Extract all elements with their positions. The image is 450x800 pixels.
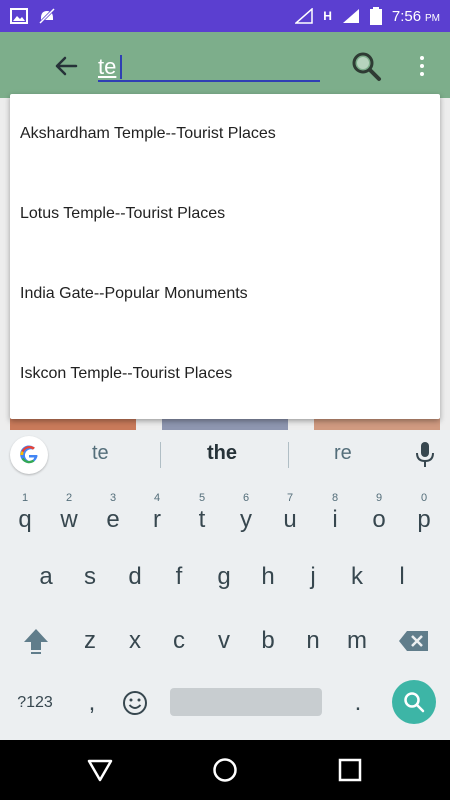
key-x[interactable]: x [113, 614, 157, 668]
google-icon[interactable] [10, 436, 48, 474]
suggestion-item[interactable]: Lotus Temple--Tourist Places [10, 174, 440, 254]
period-key[interactable]: . [336, 676, 380, 730]
shift-icon [24, 629, 48, 654]
key-l[interactable]: l [380, 550, 424, 604]
microphone-icon[interactable] [414, 440, 436, 470]
key-a[interactable]: a [24, 550, 68, 604]
symbols-key[interactable]: ?123 [13, 676, 57, 730]
key-j[interactable]: j [291, 550, 335, 604]
key-o[interactable]: 9o [357, 488, 401, 542]
word-suggestion[interactable]: te [92, 442, 109, 465]
back-triangle-icon[interactable] [86, 756, 114, 784]
search-icon [404, 692, 425, 713]
keyboard: te the re 1q 2w 3e 4r 5t 6y 7u 8i 9o 0p … [0, 430, 450, 740]
network-type: H [323, 9, 332, 23]
word-suggestion[interactable]: the [207, 442, 237, 465]
key-b[interactable]: b [246, 614, 290, 668]
suggestion-item[interactable]: India Gate--Popular Monuments [10, 254, 440, 334]
search-input[interactable]: te [98, 52, 320, 82]
thumbnail-strip-1 [10, 418, 136, 430]
key-z[interactable]: z [68, 614, 112, 668]
image-icon [10, 8, 28, 24]
key-v[interactable]: v [202, 614, 246, 668]
signal-icon [342, 9, 359, 23]
search-input-value: te [98, 54, 117, 79]
key-n[interactable]: n [291, 614, 335, 668]
key-e[interactable]: 3e [91, 488, 135, 542]
search-key[interactable] [392, 680, 436, 724]
spacebar[interactable] [170, 688, 322, 716]
battery-icon [369, 7, 382, 25]
suggestion-divider [160, 442, 161, 468]
status-time: 7:56 PM [391, 7, 440, 25]
key-y[interactable]: 6y [224, 488, 268, 542]
key-q[interactable]: 1q [3, 488, 47, 542]
key-m[interactable]: m [335, 614, 379, 668]
more-vert-icon[interactable] [412, 50, 432, 82]
key-h[interactable]: h [246, 550, 290, 604]
comma-key[interactable]: , [70, 676, 114, 730]
text-cursor [120, 55, 122, 79]
signal-empty-icon [295, 8, 313, 24]
key-s[interactable]: s [68, 550, 112, 604]
recents-square-icon[interactable] [336, 756, 364, 784]
key-r[interactable]: 4r [135, 488, 179, 542]
key-k[interactable]: k [335, 550, 379, 604]
key-u[interactable]: 7u [268, 488, 312, 542]
key-g[interactable]: g [202, 550, 246, 604]
key-c[interactable]: c [157, 614, 201, 668]
key-i[interactable]: 8i [313, 488, 357, 542]
suggestion-divider [288, 442, 289, 468]
key-f[interactable]: f [157, 550, 201, 604]
emoji-icon [123, 691, 147, 715]
arrow-left-icon[interactable] [50, 50, 82, 82]
backspace-key[interactable] [392, 614, 436, 668]
key-w[interactable]: 2w [47, 488, 91, 542]
thumbnail-strip-2 [162, 418, 288, 430]
search-suggestions: Akshardham Temple--Tourist Places Lotus … [10, 94, 440, 419]
key-t[interactable]: 5t [180, 488, 224, 542]
key-d[interactable]: d [113, 550, 157, 604]
suggestion-item[interactable]: Iskcon Temple--Tourist Places [10, 334, 440, 414]
key-p[interactable]: 0p [402, 488, 446, 542]
emoji-key[interactable] [113, 676, 157, 730]
suggestion-item[interactable]: Akshardham Temple--Tourist Places [10, 94, 440, 174]
word-suggestion[interactable]: re [334, 442, 352, 465]
home-circle-icon[interactable] [211, 756, 239, 784]
app-bar: te [0, 32, 450, 98]
backspace-icon [399, 631, 428, 651]
thumbnail-strip-3 [314, 418, 440, 430]
notifications-off-icon [38, 8, 56, 24]
magnifier-icon[interactable] [350, 50, 382, 82]
status-bar: H 7:56 PM [0, 0, 450, 32]
keyboard-suggestion-strip: te the re [0, 430, 450, 480]
shift-key[interactable] [14, 614, 58, 668]
navigation-bar [0, 740, 450, 800]
